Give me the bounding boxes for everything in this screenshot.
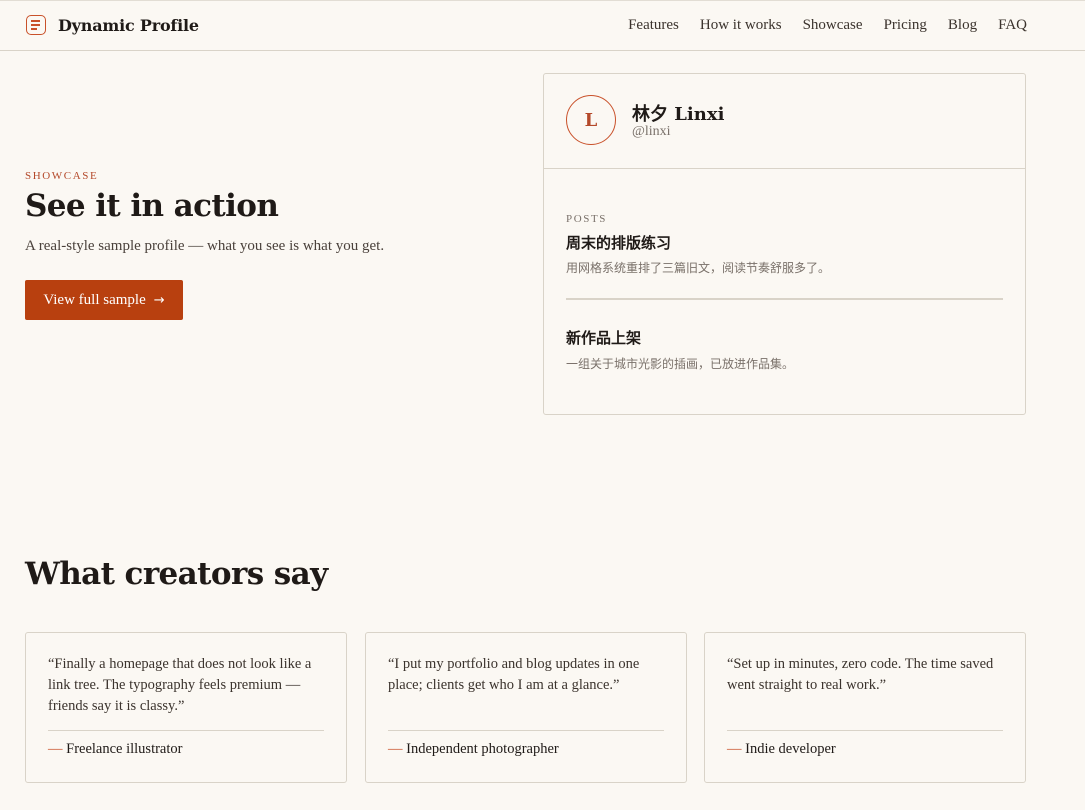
hero-subtitle: A real-style sample profile — what you s… [25,238,385,254]
post-title[interactable]: 新作品上架 [566,327,641,348]
testimonial-card: “Finally a homepage that does not look l… [25,632,347,783]
testimonial-quote: “Finally a homepage that does not look l… [48,656,312,714]
nav-link-pricing[interactable]: Pricing [884,17,927,34]
main-nav: Features How it works Showcase Pricing B… [607,17,1027,34]
brand-name: Dynamic Profile [58,15,199,35]
testimonial-author: — Freelance illustrator [48,741,183,757]
nav-link-faq[interactable]: FAQ [998,17,1027,34]
testimonials-title: What creators say [25,556,328,592]
testimonial-card: “I put my portfolio and blog updates in … [365,632,687,783]
post-title[interactable]: 周末的排版练习 [566,232,671,253]
nav-link-how-it-works[interactable]: How it works [700,17,782,34]
nav-link-showcase[interactable]: Showcase [803,17,863,34]
testimonial-divider [48,730,324,731]
post-divider [566,298,1003,300]
testimonial-author: — Indie developer [727,741,836,757]
avatar: L [566,95,616,145]
brand[interactable]: Dynamic Profile [26,15,199,35]
testimonial-card: “Set up in minutes, zero code. The time … [704,632,1026,783]
nav-link-blog[interactable]: Blog [948,17,977,34]
profile-header: L 林夕 Linxi @linxi [544,74,1025,169]
profile-name: 林夕 Linxi [632,104,725,125]
testimonial-quote: “I put my portfolio and blog updates in … [388,656,640,693]
post-description: 用网格系统重排了三篇旧文，阅读节奏舒服多了。 [566,261,831,275]
section-eyebrow: SHOWCASE [25,170,99,182]
testimonial-author-name: Independent photographer [406,741,559,757]
testimonial-quote: “Set up in minutes, zero code. The time … [727,656,994,693]
view-full-sample-button[interactable]: View full sample → [25,280,183,320]
testimonial-author: — Independent photographer [388,741,559,757]
testimonial-divider [388,730,664,731]
sample-profile-card: L 林夕 Linxi @linxi POSTS 周末的排版练习 用网格系统重排了… [543,73,1026,415]
arrow-right-icon: → [153,292,165,308]
document-lines-icon [26,15,46,35]
top-navigation-bar: Dynamic Profile Features How it works Sh… [0,0,1085,51]
profile-handle: @linxi [632,124,671,139]
testimonial-author-name: Freelance illustrator [66,741,183,757]
post-description: 一组关于城市光影的插画，已放进作品集。 [566,357,795,371]
view-full-sample-label: View full sample [43,291,146,308]
hero-title: See it in action [25,188,279,224]
posts-label: POSTS [566,213,608,225]
nav-link-features[interactable]: Features [628,17,679,34]
testimonial-author-name: Indie developer [745,741,836,757]
testimonial-divider [727,730,1003,731]
